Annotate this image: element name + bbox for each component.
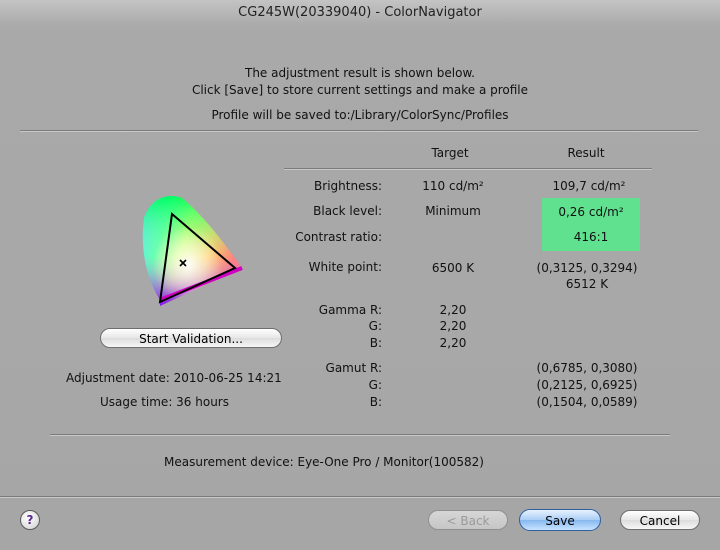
color-navigator-window: CG245W(20339040) - ColorNavigator The ad… [0, 0, 720, 550]
start-validation-button[interactable]: Start Validation... [100, 328, 282, 348]
white-point-result-kelvin: 6512 K [565, 277, 609, 291]
gamut-r-result: (0,6785, 0,3080) [536, 361, 638, 375]
cancel-button[interactable]: Cancel [620, 510, 700, 530]
title-bar: CG245W(20339040) - ColorNavigator [0, 0, 720, 26]
profile-path-text: Profile will be saved to:/Library/ColorS… [211, 108, 509, 122]
gamma-g-target: 2,20 [439, 319, 467, 333]
brightness-target: 110 cd/m² [422, 179, 484, 193]
black-level-label: Black level: [313, 204, 382, 218]
adjustment-date: Adjustment date: 2010-06-25 14:21 [66, 371, 282, 385]
white-point-label: White point: [308, 260, 382, 274]
contrast-ratio-label: Contrast ratio: [295, 230, 382, 244]
column-header-divider [284, 168, 652, 169]
save-button[interactable]: Save [519, 509, 601, 531]
column-header-target: Target [431, 146, 469, 160]
gamut-b-result: (0,1504, 0,0589) [536, 395, 638, 409]
header-divider [20, 130, 698, 131]
contrast-ratio-result: 416:1 [573, 230, 609, 244]
black-level-result: 0,26 cd/m² [558, 205, 624, 219]
white-point-result-xy: (0,3125, 0,3294) [536, 261, 638, 275]
cie-chromaticity-diagram [142, 196, 243, 306]
brightness-result: 109,7 cd/m² [552, 179, 626, 193]
footer-divider [0, 496, 720, 497]
black-level-target: Minimum [425, 204, 481, 218]
gamma-r-target: 2,20 [439, 303, 467, 317]
back-button[interactable]: < Back [428, 510, 508, 530]
column-header-result: Result [567, 146, 605, 160]
help-icon[interactable]: ? [20, 510, 40, 530]
usage-time: Usage time: 36 hours [100, 395, 229, 409]
gamma-r-label: Gamma R: [318, 303, 382, 317]
measurement-divider [50, 434, 670, 435]
gamma-b-target: 2,20 [439, 336, 467, 350]
white-point-target: 6500 K [431, 261, 475, 275]
header-line-2: Click [Save] to store current settings a… [191, 83, 529, 97]
header-line-1: The adjustment result is shown below. [245, 66, 475, 80]
brightness-label: Brightness: [314, 179, 382, 193]
measurement-device: Measurement device: Eye-One Pro / Monito… [164, 455, 484, 469]
window-title: CG245W(20339040) - ColorNavigator [238, 5, 482, 20]
gamut-g-result: (0,2125, 0,6925) [536, 378, 638, 392]
gamut-b-label: B: [369, 395, 382, 409]
